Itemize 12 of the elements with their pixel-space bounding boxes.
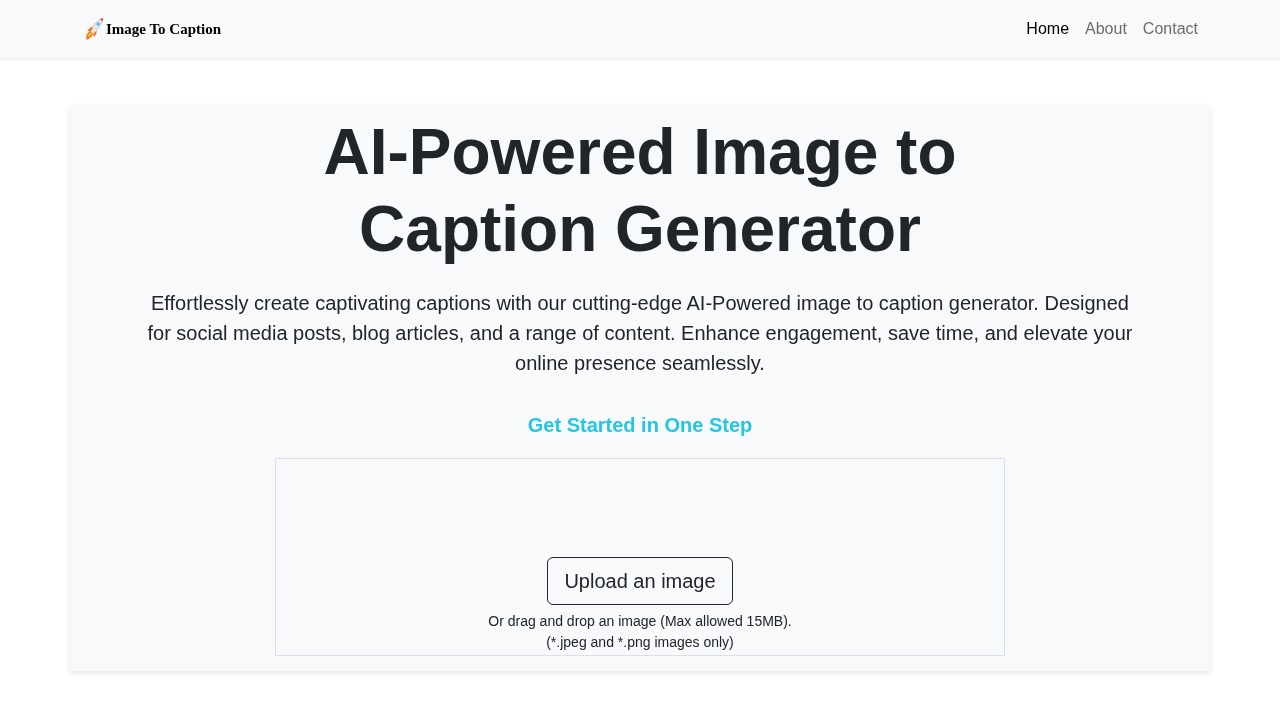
hero-description: Effortlessly create captivating captions with our cutting-edge AI-Powered image to caption generator. Designed for social media posts, blog articles, and a range of content. Enhance engagement, save time, and elevate your online presence seamlessly.: [146, 291, 1134, 376]
upload-dropzone[interactable]: Upload an image Or drag and drop an image (Max allowed 15MB). (*.jpeg and *.png images only): [275, 458, 1005, 656]
logo-link[interactable]: Image To Caption: [84, 16, 222, 42]
upload-button[interactable]: Upload an image: [547, 557, 733, 605]
cta-heading: Get Started in One Step: [527, 413, 753, 437]
nav-link[interactable]: About: [1085, 17, 1127, 41]
upload-hint: Or drag and drop an image (Max allowed 15MB).: [488, 612, 792, 631]
nav-link[interactable]: Home: [1026, 17, 1070, 41]
nav-link[interactable]: Contact: [1142, 17, 1198, 41]
rocket-icon: [84, 16, 104, 42]
hero-title: AI-Powered Image to Caption Generator: [322, 115, 958, 267]
upload-hint: (*.jpeg and *.png images only): [546, 633, 734, 652]
